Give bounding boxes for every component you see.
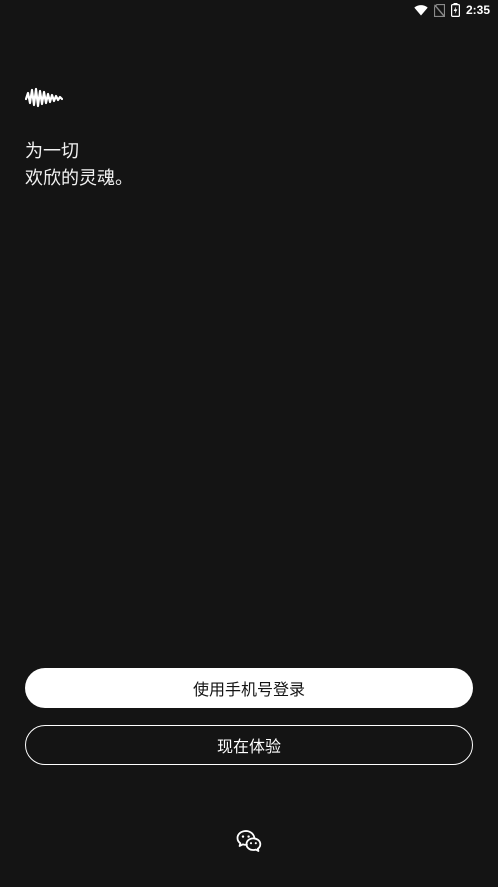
wifi-icon [414,5,428,16]
slogan-line-1: 为一切 [25,141,79,162]
no-sim-icon [433,3,445,17]
slogan: 为一切 欢欣的灵魂。 [25,138,133,192]
status-icons: 2:35 [414,2,490,18]
phone-login-label: 使用手机号登录 [192,680,305,699]
try-now-button[interactable]: 现在体验 [25,725,473,765]
slogan-line-2: 欢欣的灵魂。 [25,168,133,189]
waveform-logo-icon [25,87,63,108]
phone-login-button[interactable]: 使用手机号登录 [25,668,473,708]
wechat-icon[interactable] [236,829,262,853]
status-time: 2:35 [465,3,490,17]
status-bar: 2:35 [0,0,498,20]
try-now-label: 现在体验 [216,737,281,756]
battery-charging-icon [450,3,460,17]
